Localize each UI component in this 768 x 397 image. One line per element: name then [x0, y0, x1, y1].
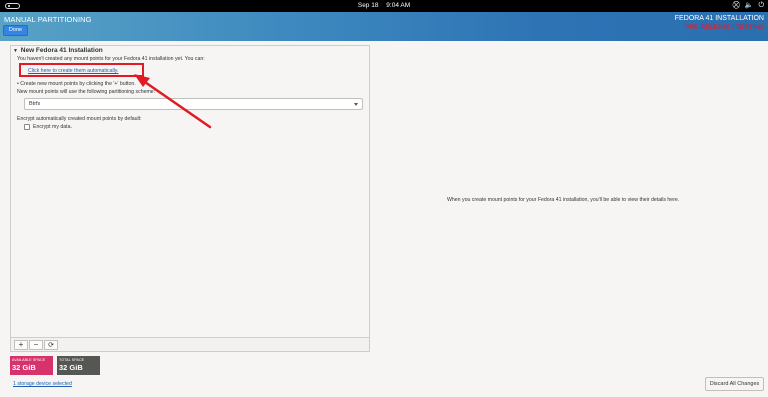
mount-points-panel: ▼ New Fedora 41 Installation You haven't… — [10, 45, 370, 352]
installation-expander[interactable]: ▼ New Fedora 41 Installation — [13, 47, 103, 54]
discard-all-changes-button[interactable]: Discard All Changes — [705, 377, 764, 391]
done-button[interactable]: Done — [3, 25, 28, 36]
encrypt-checkbox-row[interactable]: Encrypt my data. — [24, 124, 72, 130]
clock[interactable]: Sep 18 9:04 AM — [0, 2, 768, 9]
prerelease-label: PRE-RELEASE / TESTING — [685, 24, 764, 31]
volume-icon: 🔈 — [744, 2, 754, 9]
system-tray[interactable]: ⛒ 🔈 ⏻ — [733, 1, 764, 11]
encrypt-checkbox[interactable] — [24, 124, 30, 130]
scheme-value: Btrfs — [29, 101, 41, 107]
system-top-bar: Sep 18 9:04 AM ⛒ 🔈 ⏻ — [0, 0, 768, 12]
total-space-badge: TOTAL SPACE 32 GiB — [57, 356, 100, 375]
power-icon: ⏻ — [758, 2, 764, 9]
spoke-title: MANUAL PARTITIONING — [4, 15, 92, 24]
expander-triangle-icon: ▼ — [13, 48, 18, 54]
auto-create-link[interactable]: Click here to create them automatically. — [28, 68, 118, 74]
available-space-label: AVAILABLE SPACE — [12, 358, 46, 362]
manual-create-hint: • Create new mount points by clicking th… — [17, 81, 136, 87]
storage-devices-link[interactable]: 1 storage device selected — [13, 381, 72, 387]
total-space-label: TOTAL SPACE — [59, 358, 85, 362]
mount-point-toolbar: + − ⟳ — [11, 337, 369, 351]
remove-mount-point-button[interactable]: − — [29, 340, 43, 350]
total-space-value: 32 GiB — [59, 363, 83, 372]
clock-date: Sep 18 — [357, 2, 379, 9]
installation-title: New Fedora 41 Installation — [20, 47, 103, 54]
scheme-label: New mount points will use the following … — [17, 89, 156, 95]
clock-time: 9:04 AM — [386, 2, 411, 9]
installer-header: MANUAL PARTITIONING Done FEDORA 41 INSTA… — [0, 12, 768, 41]
encrypt-default-label: Encrypt automatically created mount poin… — [17, 116, 142, 122]
no-mount-points-info: You haven't created any mount points for… — [17, 56, 205, 62]
available-space-value: 32 GiB — [12, 363, 36, 372]
partitioning-scheme-dropdown[interactable]: Btrfs — [24, 98, 363, 110]
product-title: FEDORA 41 INSTALLATION — [674, 15, 764, 22]
available-space-badge: AVAILABLE SPACE 32 GiB — [10, 356, 53, 375]
add-mount-point-button[interactable]: + — [14, 340, 28, 350]
details-placeholder: When you create mount points for your Fe… — [447, 197, 680, 203]
reload-button[interactable]: ⟳ — [44, 340, 58, 350]
chevron-down-icon — [354, 103, 358, 106]
encrypt-label: Encrypt my data. — [33, 124, 72, 130]
network-icon: ⛒ — [732, 2, 740, 9]
